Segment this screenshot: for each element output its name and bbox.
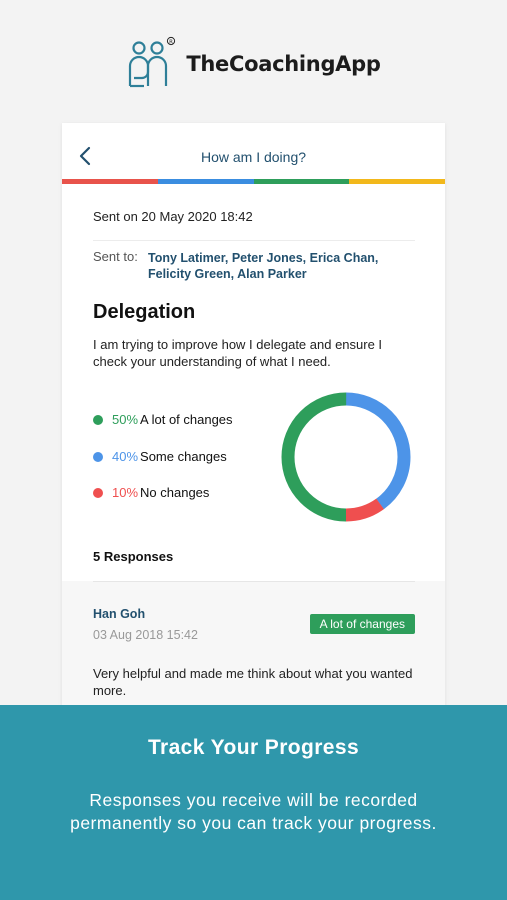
results-donut-chart <box>281 392 411 522</box>
responder-name: Han Goh <box>93 607 146 621</box>
legend-dot <box>93 451 103 462</box>
color-bar-segment <box>62 179 158 184</box>
status-badge: A lot of changes <box>309 614 415 634</box>
promo-title: Track Your Progress <box>147 736 360 759</box>
topic-description: I am trying to improve how I delegate an… <box>93 337 383 369</box>
legend-percent: 40% <box>112 449 139 464</box>
legend-item-none: 10% No changes <box>93 485 209 500</box>
legend-label: No changes <box>140 485 210 500</box>
feedback-card: How am I doing? Sent on 20 May 2020 18:4… <box>62 123 445 743</box>
color-bar-segment <box>349 179 445 184</box>
promo-text: Responses you receive will be recorded p… <box>70 790 437 833</box>
legend-percent: 10% <box>112 485 139 500</box>
legend-label: Some changes <box>140 449 227 464</box>
legend-dot <box>93 487 103 498</box>
coaching-people-logo: R <box>129 36 176 88</box>
sent-to-label: Sent to: <box>93 249 138 264</box>
page-title: How am I doing? <box>200 149 307 165</box>
brand-name: TheCoachingApp <box>186 52 381 76</box>
legend-item-some: 40% Some changes <box>93 449 227 464</box>
donut-slice <box>281 392 411 522</box>
divider <box>93 240 415 241</box>
response-text: Very helpful and made me think about wha… <box>93 666 413 698</box>
color-bar-segment <box>157 179 254 184</box>
color-bar-segment <box>253 179 350 184</box>
topic-title: Delegation <box>93 301 196 323</box>
legend-dot <box>93 414 103 425</box>
sent-on-date: Sent on 20 May 2020 18:42 <box>93 209 253 224</box>
legend-item-a-lot: 50% A lot of changes <box>93 412 233 427</box>
svg-text:R: R <box>169 39 173 45</box>
legend-percent: 50% <box>112 412 139 427</box>
card-header: How am I doing? <box>62 123 445 179</box>
promo-banner: Track Your Progress Responses you receiv… <box>0 705 507 900</box>
divider <box>93 581 415 582</box>
legend-label: A lot of changes <box>140 412 233 427</box>
responses-count: 5 Responses <box>93 549 174 564</box>
response-date: 03 Aug 2018 15:42 <box>93 628 198 642</box>
color-bar <box>62 179 445 184</box>
brand-header: R TheCoachingApp <box>0 32 507 92</box>
sent-to-names: Tony Latimer, Peter Jones, Erica Chan, F… <box>148 251 379 281</box>
